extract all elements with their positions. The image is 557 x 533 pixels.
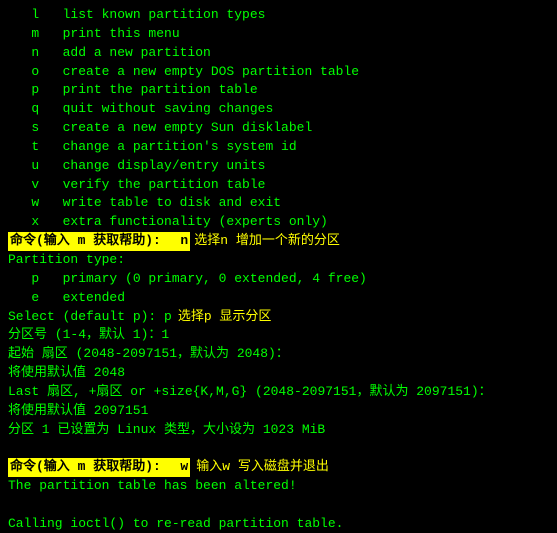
partition-altered: The partition table has been altered! xyxy=(8,477,549,496)
line-n: n add a new partition xyxy=(8,44,549,63)
line-q: q quit without saving changes xyxy=(8,100,549,119)
command-line-w: 命令(输入 m 获取帮助): w 输入w 写入磁盘并退出 xyxy=(8,458,549,477)
command-line-n: 命令(输入 m 获取帮助): n 选择n 增加一个新的分区 xyxy=(8,232,549,251)
start-sector: 起始 扇区 (2048-2097151，默认为 2048)： xyxy=(8,345,549,364)
empty-line-2 xyxy=(8,496,549,515)
line-u: u change display/entry units xyxy=(8,157,549,176)
command-prompt-1: 命令(输入 m 获取帮助): xyxy=(8,232,171,251)
command-input-n: n xyxy=(171,232,191,251)
partition-number: 分区号 (1-4，默认 1)：1 xyxy=(8,326,549,345)
empty-line xyxy=(8,439,549,458)
partition-type-p: p primary (0 primary, 0 extended, 4 free… xyxy=(8,270,549,289)
line-o: o create a new empty DOS partition table xyxy=(8,63,549,82)
last-sector: Last 扇区, +扇区 or +size{K,M,G} (2048-20971… xyxy=(8,383,549,402)
annotation-n: 选择n 增加一个新的分区 xyxy=(194,232,340,251)
partition-type-header: Partition type: xyxy=(8,251,549,270)
partition-type-e: e extended xyxy=(8,289,549,308)
line-s: s create a new empty Sun disklabel xyxy=(8,119,549,138)
default-2097151: 将使用默认值 2097151 xyxy=(8,402,549,421)
line-v: v verify the partition table xyxy=(8,176,549,195)
annotation-w: 输入w 写入磁盘并退出 xyxy=(196,458,329,477)
line-w: w write table to disk and exit xyxy=(8,194,549,213)
annotation-select: 选择p 显示分区 xyxy=(178,308,272,327)
line-t: t change a partition's system id xyxy=(8,138,549,157)
line-x: x extra functionality (experts only) xyxy=(8,213,549,232)
line-l: l list known partition types xyxy=(8,6,549,25)
command-prompt-2: 命令(输入 m 获取帮助): xyxy=(8,458,171,477)
select-line: Select (default p): p 选择p 显示分区 xyxy=(8,308,549,327)
default-2048: 将使用默认值 2048 xyxy=(8,364,549,383)
command-input-w: w xyxy=(171,458,191,477)
select-text: Select (default p): p xyxy=(8,308,172,327)
terminal: l list known partition types m print thi… xyxy=(0,0,557,533)
line-p: p print the partition table xyxy=(8,81,549,100)
partition-set: 分区 1 已设置为 Linux 类型，大小设为 1023 MiB xyxy=(8,421,549,440)
ioctl-line: Calling ioctl() to re-read partition tab… xyxy=(8,515,549,533)
line-m: m print this menu xyxy=(8,25,549,44)
